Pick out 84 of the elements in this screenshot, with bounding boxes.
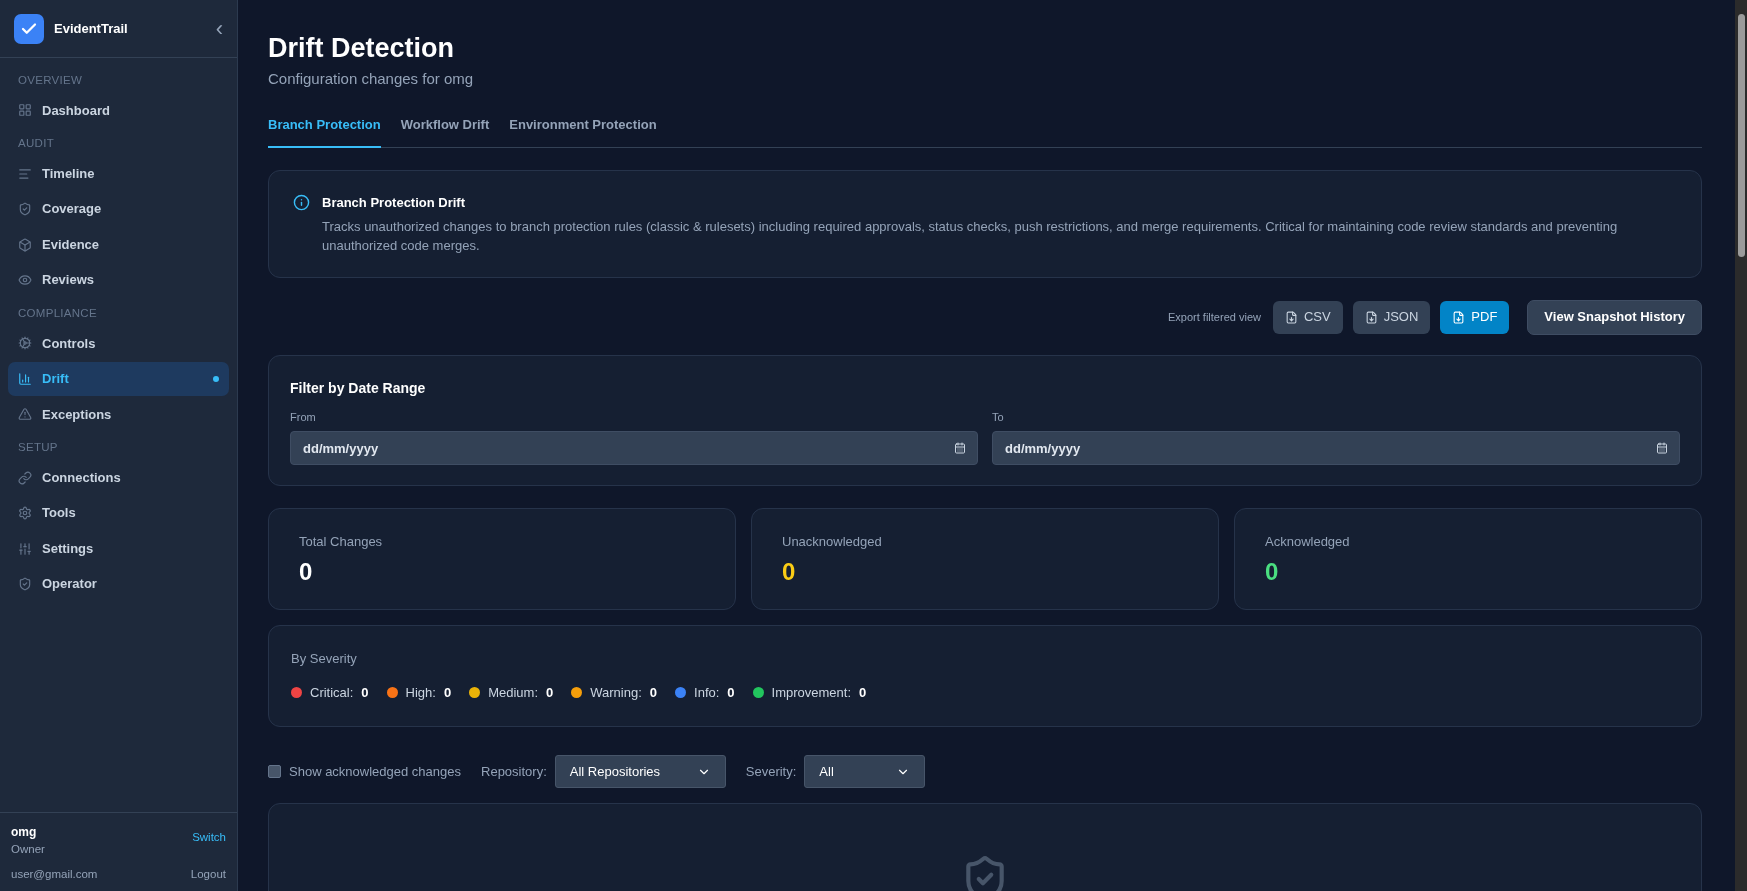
severity-count: 0 <box>727 683 735 702</box>
section-label: COMPLIANCE <box>17 306 98 321</box>
sliders-icon <box>18 541 32 556</box>
severity-filter-label: Severity: <box>745 762 797 781</box>
info-title: Branch Protection Drift <box>322 194 466 212</box>
file-icon <box>1452 310 1466 324</box>
user-role: Owner <box>11 841 45 857</box>
user-email: user@gmail.com <box>11 866 98 882</box>
severity-count: 0 <box>649 683 658 702</box>
tab[interactable]: Environment Protection <box>509 114 657 148</box>
switch-link[interactable]: Switch <box>192 828 226 846</box>
brand-name: EvidentTrail <box>54 19 129 38</box>
bar-chart-icon <box>18 371 32 386</box>
eye-icon <box>18 273 32 287</box>
export-button[interactable]: JSON <box>1352 300 1431 334</box>
lines-icon <box>18 166 32 181</box>
export-button[interactable]: PDF <box>1440 300 1510 334</box>
info-text: Tracks unauthorized changes to branch protection rules (classic & rulesets) including required approvals, status checks, push restrictions, and merge requirements. Critical for maintaining code review standards and preventing unauthorized code merges. <box>322 217 1619 255</box>
stat-value: 0 <box>1265 556 1280 587</box>
gear-icon <box>18 336 32 351</box>
nav-item[interactable]: Connections <box>8 460 229 495</box>
calendar-icon <box>1656 442 1668 454</box>
gear-icon <box>18 506 32 520</box>
nav-item[interactable]: Operator <box>8 567 229 601</box>
user-name: omg <box>11 823 38 841</box>
nav-item[interactable]: Reviews <box>8 263 229 297</box>
severity-count: 0 <box>361 683 369 702</box>
severity-label: High: <box>405 683 436 702</box>
snapshot-history-button[interactable]: View Snapshot History <box>1527 299 1702 335</box>
tab[interactable]: Workflow Drift <box>400 114 490 148</box>
nav-item[interactable]: Evidence <box>8 227 229 262</box>
stat-value: 0 <box>299 556 314 587</box>
page-subtitle: Configuration changes for omg <box>268 69 475 89</box>
stat-label: Unacknowledged <box>782 533 883 551</box>
shield-icon <box>18 202 32 216</box>
date-field[interactable]: dd/mm/yyyy <box>992 431 1680 465</box>
collapse-button[interactable]: ‹ <box>215 17 223 40</box>
export-label: Export filtered view <box>1168 309 1261 325</box>
date-field[interactable]: dd/mm/yyyy <box>290 431 978 465</box>
nav-item[interactable]: Controls <box>8 326 229 361</box>
severity-count: 0 <box>443 683 452 702</box>
severity-select[interactable]: All <box>804 755 926 788</box>
grid-icon <box>18 103 32 118</box>
stat-label: Acknowledged <box>1265 533 1351 551</box>
field-label: To <box>992 409 1005 425</box>
severity-label: Critical: <box>310 683 354 702</box>
severity-label: Warning: <box>590 683 642 702</box>
severity-label: Improvement: <box>771 683 852 702</box>
nav-item[interactable]: Settings <box>8 531 229 566</box>
logout-link[interactable]: Logout <box>190 865 226 883</box>
checkbox[interactable] <box>268 765 281 778</box>
calendar-icon <box>954 442 966 454</box>
section-label: AUDIT <box>17 136 55 152</box>
section-label: SETUP <box>17 440 59 456</box>
link-icon <box>18 470 32 485</box>
tab[interactable]: Branch Protection <box>268 114 381 148</box>
file-icon <box>1364 310 1378 324</box>
page-title: Drift Detection <box>268 32 455 65</box>
checkbox-label: Show acknowledged changes <box>289 762 461 781</box>
nav-item[interactable]: Timeline <box>8 156 229 191</box>
filter-title: Filter by Date Range <box>290 378 427 398</box>
info-icon <box>293 194 310 211</box>
repository-label: Repository: <box>481 762 547 781</box>
export-button[interactable]: CSV <box>1272 300 1343 334</box>
shield-icon <box>18 577 32 591</box>
field-label: From <box>290 409 317 425</box>
repository-select[interactable]: All Repositories <box>554 755 726 788</box>
file-icon <box>1284 310 1298 324</box>
section-label: OVERVIEW <box>17 73 84 88</box>
warning-icon <box>18 407 32 422</box>
logo-icon <box>14 13 44 44</box>
nav-item[interactable]: Exceptions <box>8 397 229 432</box>
stat-value: 0 <box>782 556 797 587</box>
cube-icon <box>18 237 32 252</box>
severity-title: By Severity <box>291 650 358 668</box>
severity-label: Medium: <box>488 683 539 702</box>
severity-count: 0 <box>546 683 554 702</box>
severity-label: Info: <box>694 683 720 702</box>
severity-count: 0 <box>859 683 867 702</box>
nav-item[interactable]: Tools <box>8 496 229 530</box>
nav-item[interactable]: Drift <box>8 361 229 396</box>
stat-label: Total Changes <box>299 533 384 551</box>
nav-item[interactable]: Coverage <box>8 192 229 226</box>
nav-item[interactable]: Dashboard <box>8 93 229 128</box>
